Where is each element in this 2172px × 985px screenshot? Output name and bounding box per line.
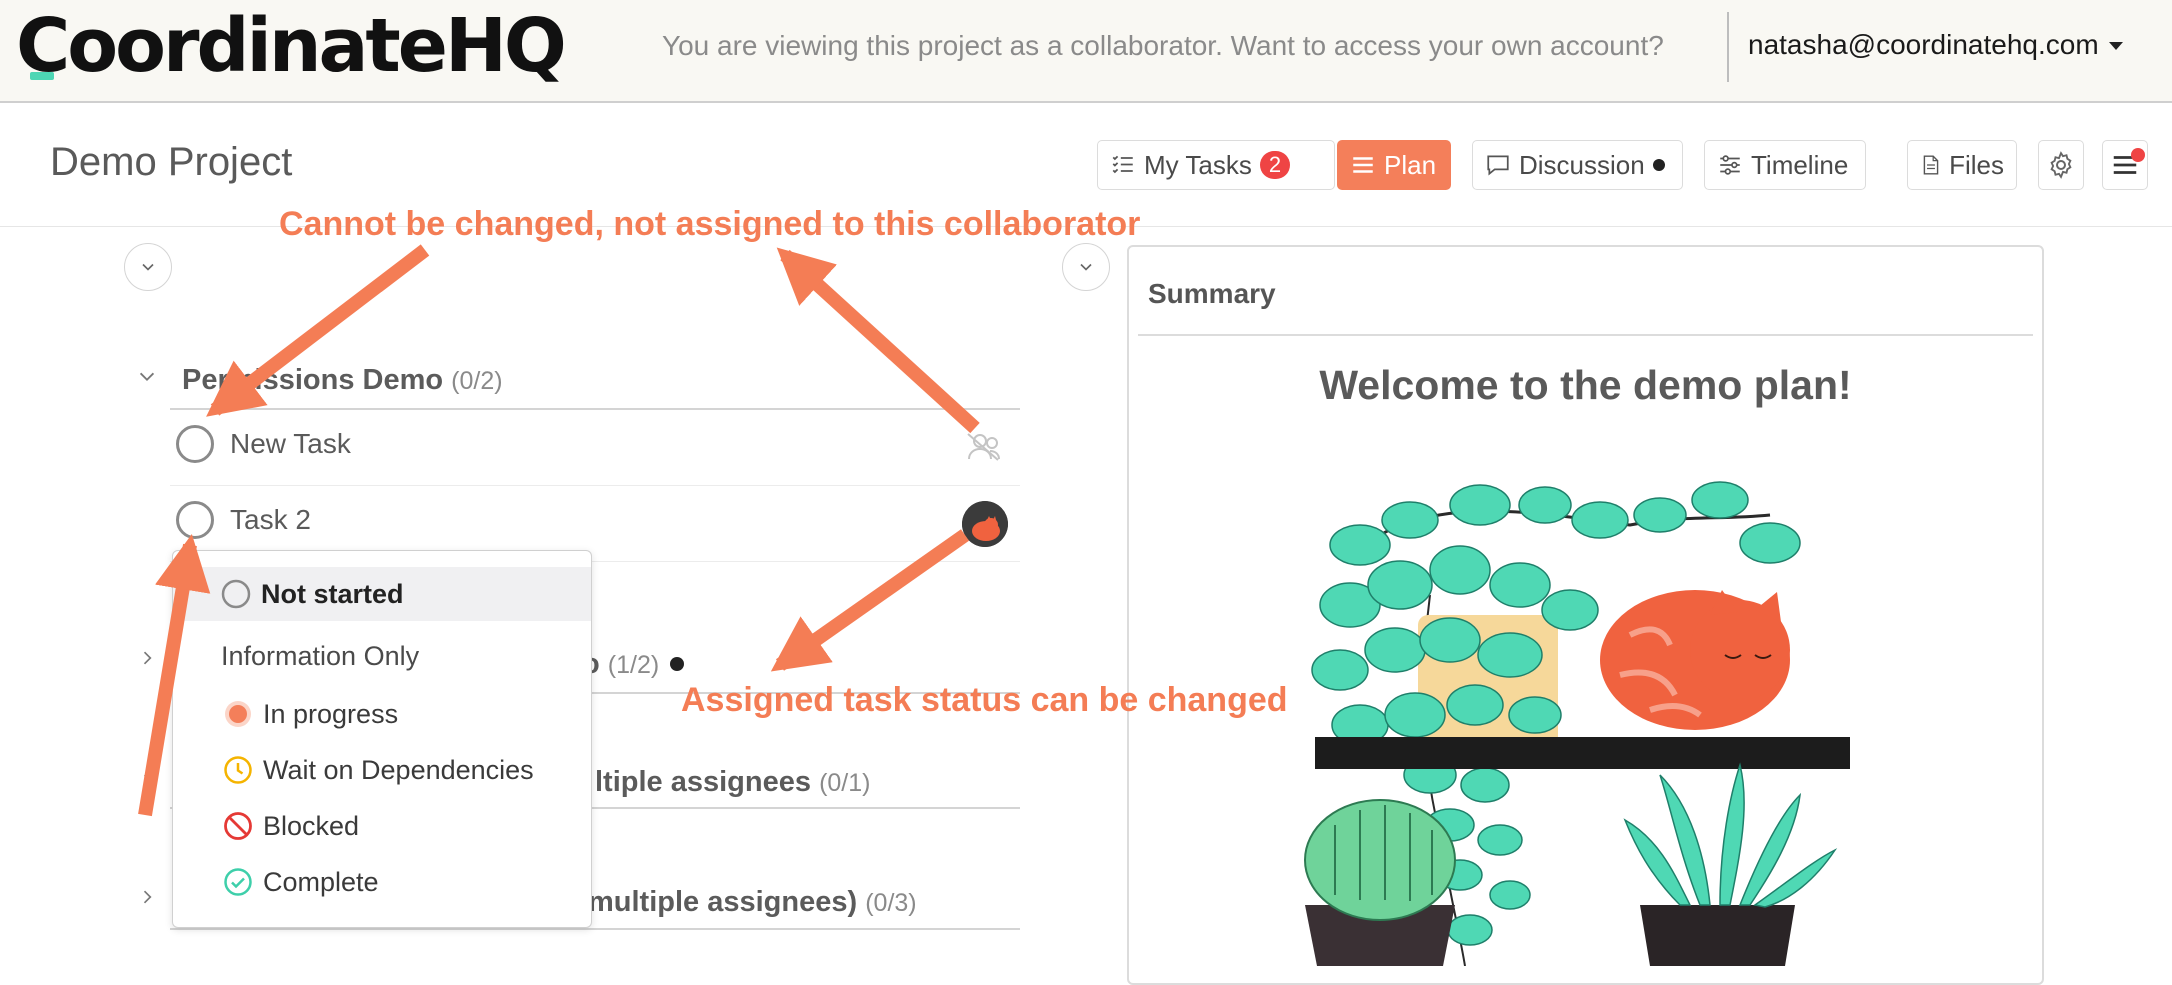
plants-and-cat-illustration <box>1304 481 1850 966</box>
group-progress: (1/2) <box>607 651 660 679</box>
chevron-down-icon <box>1080 263 1092 271</box>
discussion-label: Discussion <box>1519 149 1645 180</box>
annotation-not-assigned: Cannot be changed, not assigned to this … <box>279 205 1141 243</box>
group-divider <box>170 928 1020 930</box>
chevron-down-icon <box>142 263 154 271</box>
unassigned-user-icon <box>967 433 1000 461</box>
collapse-right-button[interactable] <box>1062 243 1110 291</box>
chat-bubble-icon <box>1487 155 1509 176</box>
group-name: Permissions Demo <box>182 364 444 396</box>
my-tasks-button[interactable]: My Tasks 2 <box>1097 140 1335 190</box>
group-name: ltiple assignees <box>595 766 811 798</box>
summary-title: Summary <box>1148 278 1276 309</box>
status-option-blocked[interactable]: Blocked <box>173 799 591 853</box>
checklist-icon <box>1112 155 1133 174</box>
group-progress: (0/1) <box>819 769 871 797</box>
chevron-down-icon[interactable] <box>136 366 158 388</box>
cat-avatar-icon <box>962 501 1008 547</box>
row-divider <box>170 485 1020 486</box>
chevron-right-icon[interactable] <box>137 770 157 792</box>
status-label: Complete <box>263 866 379 897</box>
status-label: Wait on Dependencies <box>263 754 534 785</box>
task-status-toggle[interactable] <box>176 501 214 539</box>
group-progress: (0/2) <box>451 367 503 395</box>
in-progress-icon <box>225 701 251 727</box>
summary-divider <box>1138 334 2033 336</box>
task-status-toggle[interactable] <box>176 425 214 463</box>
files-label: Files <box>1949 149 2004 180</box>
unread-dot <box>1652 159 1665 171</box>
group-divider <box>170 408 1020 410</box>
task-group-title[interactable]: o (1/2) <box>582 648 659 681</box>
side-menu-button[interactable] <box>2102 140 2148 190</box>
empty-circle-icon <box>221 579 251 609</box>
timeline-label: Timeline <box>1751 149 1849 180</box>
task-group-title[interactable]: multiple assignees) (0/3) <box>588 886 917 919</box>
account-menu[interactable]: natasha@coordinatehq.com <box>1748 29 2123 61</box>
tab-files[interactable]: Files <box>1907 140 2017 190</box>
settings-button[interactable] <box>2038 140 2084 190</box>
collapse-left-button[interactable] <box>124 243 172 291</box>
account-email: natasha@coordinatehq.com <box>1748 29 2099 60</box>
welcome-heading: Welcome to the demo plan! <box>1319 362 1852 408</box>
unread-dot <box>670 657 684 671</box>
task-name[interactable]: Task 2 <box>230 504 311 536</box>
notification-dot <box>2131 148 2145 162</box>
status-option-wait-on-dependencies[interactable]: Wait on Dependencies <box>173 743 591 797</box>
blocked-icon <box>224 812 252 840</box>
status-option-not-started[interactable]: Not started <box>173 567 591 621</box>
chevron-right-icon[interactable] <box>137 647 157 669</box>
tab-timeline[interactable]: Timeline <box>1704 140 1866 190</box>
status-dropdown-menu: Not started Information Only In progress… <box>172 550 592 928</box>
gear-icon <box>2050 151 2072 179</box>
my-tasks-label: My Tasks <box>1144 149 1252 180</box>
status-label: In progress <box>263 698 399 729</box>
group-progress: (0/3) <box>865 889 917 917</box>
coordinatehq-logo[interactable]: CoordinateHQ <box>16 2 567 90</box>
status-label: Blocked <box>263 810 360 841</box>
tab-discussion[interactable]: Discussion <box>1472 140 1683 190</box>
plan-label: Plan <box>1384 149 1437 180</box>
document-icon <box>1923 155 1939 175</box>
task-group-title[interactable]: ltiple assignees (0/1) <box>595 766 870 799</box>
sliders-icon <box>1720 155 1740 175</box>
logo-accent-mark <box>30 72 54 80</box>
group-name: multiple assignees) <box>588 886 858 918</box>
status-option-complete[interactable]: Complete <box>173 855 591 909</box>
collaborator-notice[interactable]: You are viewing this project as a collab… <box>662 30 1664 62</box>
status-label: Information Only <box>221 640 420 671</box>
my-tasks-count-badge: 2 <box>1259 151 1291 179</box>
status-option-information-only[interactable]: Information Only <box>173 629 591 683</box>
annotation-assigned: Assigned task status can be changed <box>681 681 1288 719</box>
top-bar: CoordinateHQ You are viewing this projec… <box>0 0 2172 103</box>
caret-down-icon <box>2108 42 2123 50</box>
assignee-avatar[interactable] <box>962 501 1008 547</box>
clock-icon <box>224 756 252 784</box>
task-name[interactable]: New Task <box>230 428 351 460</box>
topbar-divider <box>1727 12 1729 82</box>
tab-plan[interactable]: Plan <box>1337 140 1451 190</box>
status-label: Not started <box>261 578 404 609</box>
chevron-right-icon[interactable] <box>137 886 157 908</box>
menu-lines-icon <box>1353 157 1373 173</box>
check-circle-icon <box>224 868 252 896</box>
task-group-title[interactable]: Permissions Demo (0/2) <box>182 364 503 397</box>
status-option-in-progress[interactable]: In progress <box>173 687 591 741</box>
project-title: Demo Project <box>50 140 293 184</box>
